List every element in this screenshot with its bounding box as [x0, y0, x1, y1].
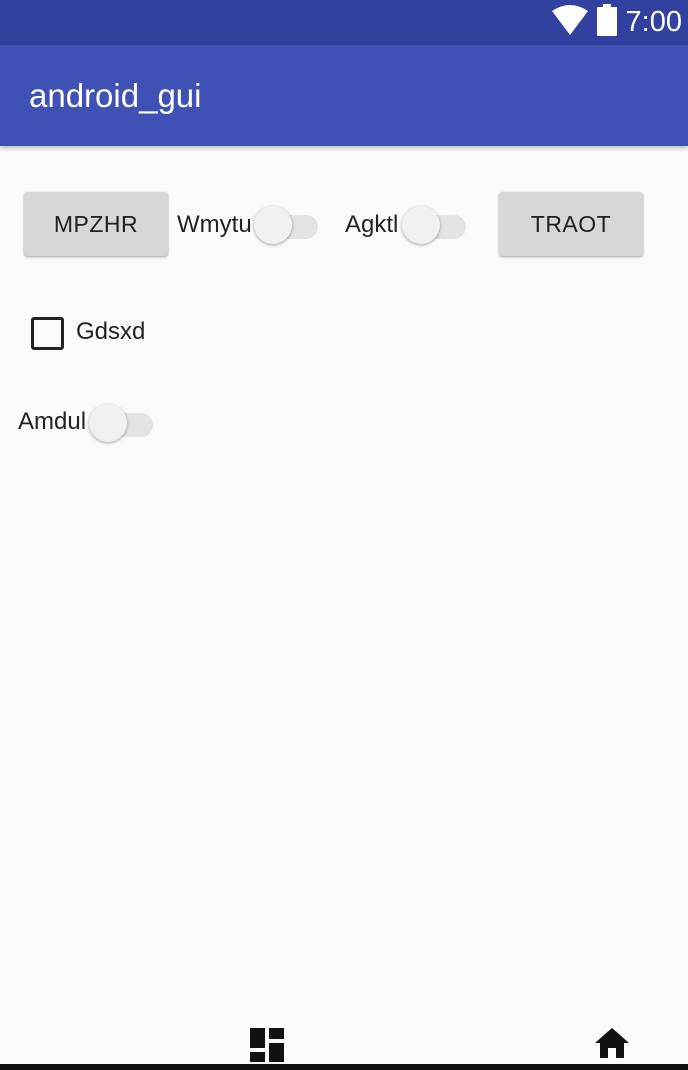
- battery-icon: [596, 4, 618, 41]
- switch-amdul-label: Amdul: [18, 408, 87, 435]
- traot-button[interactable]: TRAOT: [499, 192, 643, 256]
- status-bar: 7:00: [0, 0, 688, 45]
- switch-agktl[interactable]: [402, 205, 466, 245]
- status-icons: 7:00: [551, 0, 682, 45]
- navigation-bar: [0, 1010, 688, 1070]
- gdsxd-checkbox[interactable]: [31, 317, 64, 350]
- wifi-icon: [551, 5, 588, 40]
- home-icon[interactable]: [594, 1027, 630, 1064]
- switch-thumb: [402, 206, 440, 244]
- switch-thumb: [254, 206, 292, 244]
- gdsxd-checkbox-label: Gdsxd: [76, 318, 146, 345]
- switch-wmytu[interactable]: [254, 205, 318, 245]
- switch-amdul[interactable]: [89, 403, 153, 443]
- switch-wmytu-label: Wmytu: [177, 211, 252, 238]
- nav-divider: [0, 1064, 688, 1070]
- app-title: android_gui: [29, 77, 202, 114]
- dashboard-icon[interactable]: [250, 1028, 284, 1067]
- mpzhr-button[interactable]: MPZHR: [24, 192, 168, 256]
- app-bar: android_gui: [0, 45, 688, 146]
- switch-agktl-label: Agktl: [345, 211, 399, 238]
- status-time: 7:00: [625, 6, 682, 38]
- switch-thumb: [89, 404, 127, 442]
